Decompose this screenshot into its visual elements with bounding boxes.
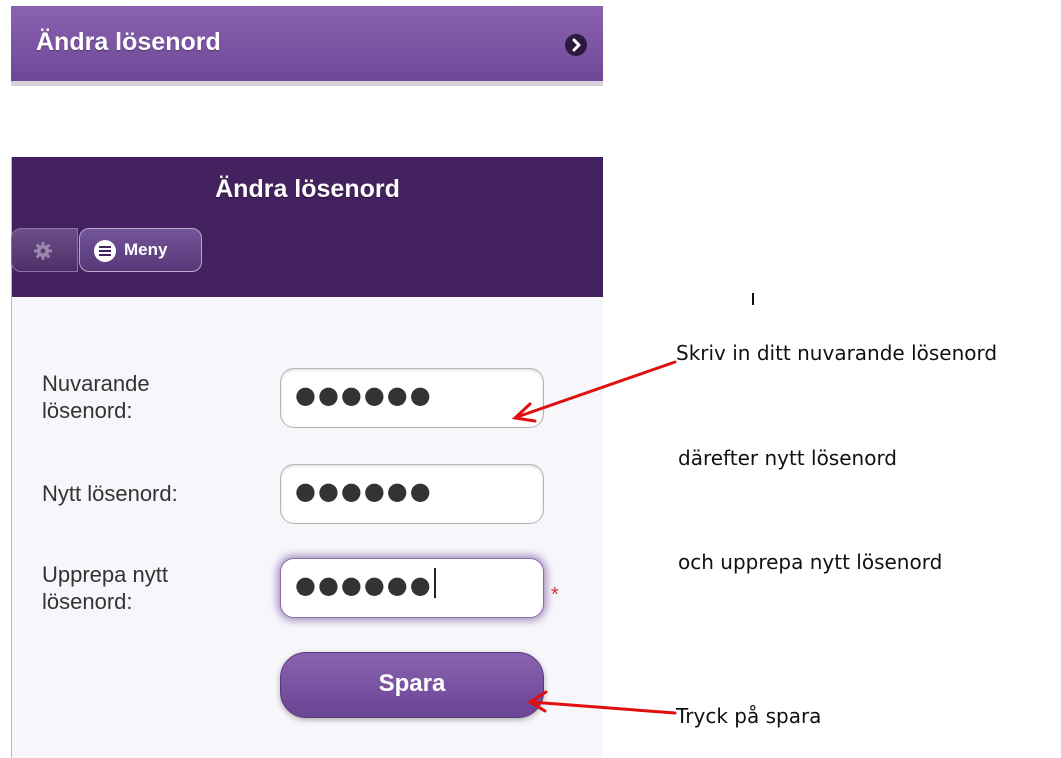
arrow-to-current-password [515,360,677,419]
annotation-arrows [511,360,677,715]
arrow-to-save [529,700,677,715]
